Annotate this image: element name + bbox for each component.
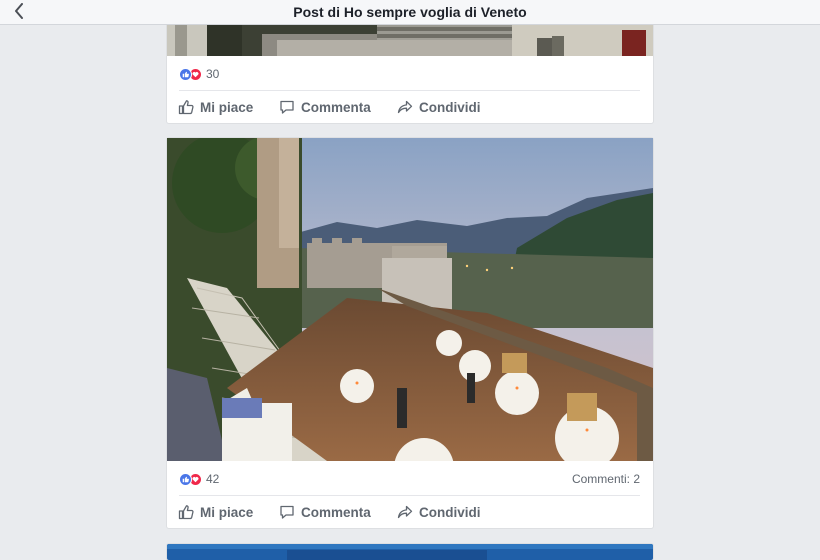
like-button[interactable]: Mi piace bbox=[178, 504, 253, 520]
post-photo[interactable] bbox=[167, 138, 653, 461]
post-actions: Mi piace Commenta Condividi bbox=[167, 92, 653, 122]
share-icon bbox=[397, 505, 413, 519]
divider bbox=[179, 90, 640, 91]
share-button[interactable]: Condividi bbox=[397, 504, 481, 520]
top-bar: Post di Ho sempre voglia di Veneto bbox=[0, 0, 820, 25]
reaction-count: 42 bbox=[206, 472, 220, 486]
comment-icon bbox=[280, 505, 294, 519]
like-label: Mi piace bbox=[200, 99, 254, 115]
chevron-left-icon bbox=[15, 3, 23, 19]
share-label: Condividi bbox=[419, 99, 481, 115]
share-label: Condividi bbox=[419, 504, 481, 520]
post-actions: Mi piace Commenta Condividi bbox=[167, 497, 653, 527]
share-icon bbox=[397, 100, 413, 114]
comment-icon bbox=[280, 100, 294, 114]
page-title: Post di Ho sempre voglia di Veneto bbox=[293, 4, 527, 20]
divider bbox=[179, 495, 640, 496]
comment-label: Commenta bbox=[301, 504, 371, 520]
reaction-icons bbox=[179, 67, 202, 81]
post-card: 42 Commenti: 2 Mi piace Commenta Condivi… bbox=[167, 138, 653, 528]
comment-button[interactable]: Commenta bbox=[279, 504, 371, 520]
comment-label: Commenta bbox=[301, 99, 371, 115]
reactions-summary[interactable]: 42 Commenti: 2 bbox=[179, 468, 640, 490]
back-button[interactable] bbox=[8, 0, 30, 22]
reaction-icons bbox=[179, 472, 202, 486]
comment-count[interactable]: Commenti: 2 bbox=[572, 472, 640, 486]
like-button[interactable]: Mi piace bbox=[178, 99, 253, 115]
comment-button[interactable]: Commenta bbox=[279, 99, 371, 115]
reaction-count: 30 bbox=[206, 67, 220, 81]
post-photo[interactable] bbox=[167, 544, 653, 560]
share-button[interactable]: Condividi bbox=[397, 99, 481, 115]
thumbs-up-icon bbox=[178, 100, 194, 115]
like-label: Mi piace bbox=[200, 504, 254, 520]
reactions-summary[interactable]: 30 bbox=[179, 63, 640, 85]
like-reaction-icon bbox=[179, 67, 192, 81]
post-card bbox=[167, 544, 653, 560]
like-reaction-icon bbox=[179, 472, 192, 486]
thumbs-up-icon bbox=[178, 505, 194, 520]
